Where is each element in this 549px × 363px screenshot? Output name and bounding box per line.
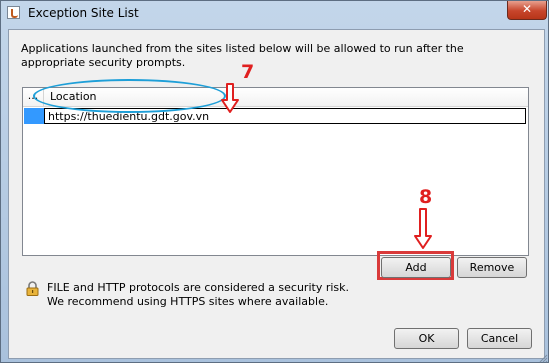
close-button[interactable]: ✕: [507, 1, 547, 20]
cancel-button[interactable]: Cancel: [467, 328, 532, 349]
step-8-label: 8: [419, 186, 433, 208]
highlight-ellipse: [33, 79, 226, 113]
java-icon: [7, 6, 20, 19]
step-7-label: 7: [241, 61, 255, 83]
remove-button[interactable]: Remove: [457, 257, 527, 278]
security-warning: FILE and HTTP protocols are considered a…: [47, 281, 349, 309]
title-bar: Exception Site List ✕: [1, 1, 548, 25]
description-text: Applications launched from the sites lis…: [21, 42, 464, 69]
arrow-down-icon: [221, 83, 239, 113]
exception-site-list-dialog: Exception Site List ✕ Applications launc…: [0, 0, 549, 363]
warning-line-1: FILE and HTTP protocols are considered a…: [47, 281, 350, 294]
lock-icon: [26, 281, 39, 296]
resize-grip-icon[interactable]: [538, 353, 548, 363]
site-list-table[interactable]: ... Location: [22, 87, 529, 256]
arrow-down-icon: [414, 208, 432, 249]
window-title: Exception Site List: [28, 6, 139, 20]
ok-button[interactable]: OK: [394, 328, 459, 349]
dialog-body: Applications launched from the sites lis…: [8, 29, 545, 359]
warning-line-2: We recommend using HTTPS sites where ava…: [47, 295, 329, 308]
add-button[interactable]: Add: [381, 257, 451, 278]
row-selector[interactable]: [24, 108, 44, 124]
